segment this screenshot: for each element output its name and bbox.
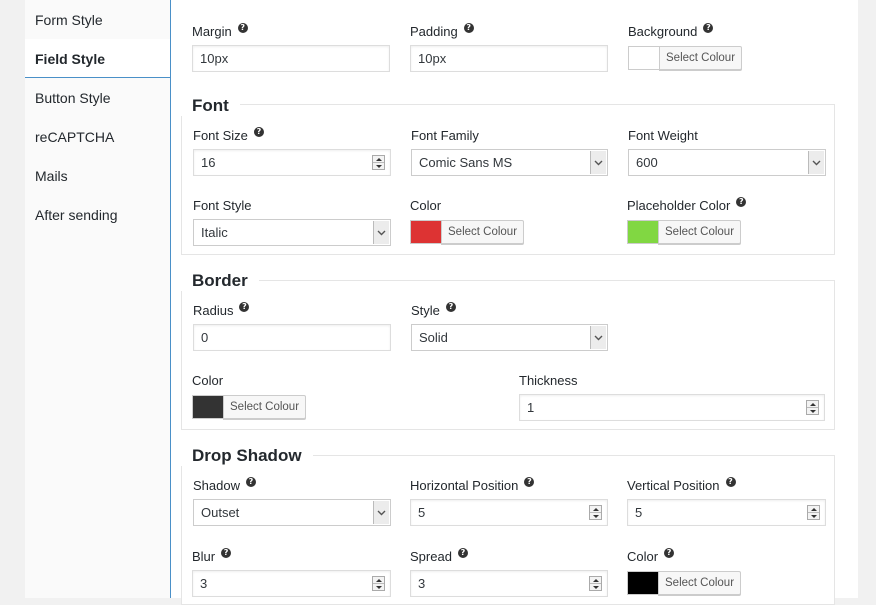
background-color-swatch[interactable] [628, 46, 659, 70]
spread-input[interactable]: 3 [410, 570, 608, 597]
shadow-color-swatch[interactable] [627, 571, 658, 595]
font-style-label: Font Style [193, 198, 252, 213]
font-size-field: Font Size? 16 [193, 127, 391, 176]
vertical-position-label: Vertical Position [627, 478, 720, 493]
help-icon[interactable]: ? [245, 477, 256, 487]
horizontal-position-label: Horizontal Position [410, 478, 519, 493]
font-size-label: Font Size [193, 128, 248, 143]
drop-shadow-section-title: Drop Shadow [181, 446, 313, 466]
shadow-color-label: Color [627, 549, 659, 564]
help-icon[interactable]: ? [457, 548, 468, 558]
vertical-position-field: Vertical Position? 5 [627, 477, 826, 526]
font-style-field: Font Style Italic [193, 198, 391, 246]
help-icon[interactable]: ? [237, 23, 248, 33]
placeholder-select-colour-button[interactable]: Select Colour [658, 220, 742, 244]
border-select-colour-button[interactable]: Select Colour [223, 395, 307, 419]
number-spinner-icon[interactable] [372, 155, 385, 170]
shadow-color-field: Color? Select Colour [627, 548, 826, 595]
placeholder-color-swatch[interactable] [627, 220, 658, 244]
shadow-label: Shadow [193, 478, 240, 493]
sidebar-item-field-style[interactable]: Field Style [25, 39, 170, 78]
margin-label: Margin [192, 24, 232, 39]
thickness-label: Thickness [519, 373, 578, 388]
sidebar-item-mails[interactable]: Mails [25, 156, 170, 195]
shadow-field: Shadow? Outset [193, 477, 391, 526]
font-weight-label: Font Weight [628, 128, 698, 143]
number-spinner-icon[interactable] [806, 400, 819, 415]
help-icon[interactable]: ? [221, 548, 232, 558]
chevron-down-icon[interactable] [590, 326, 606, 349]
help-icon[interactable]: ? [725, 477, 736, 487]
placeholder-color-field: Placeholder Color? Select Colour [627, 197, 825, 244]
horizontal-position-field: Horizontal Position? 5 [410, 477, 608, 526]
background-field: Background? Select Colour [628, 23, 826, 70]
help-icon[interactable]: ? [463, 23, 474, 33]
border-color-field: Color Select Colour [192, 373, 390, 419]
shadow-select-colour-button[interactable]: Select Colour [658, 571, 742, 595]
chevron-down-icon[interactable] [808, 151, 824, 174]
font-family-field: Font Family Comic Sans MS [411, 128, 608, 176]
sidebar-item-button-style[interactable]: Button Style [25, 78, 170, 117]
background-label: Background [628, 24, 698, 39]
padding-field: Padding? 10px [410, 23, 608, 72]
chevron-down-icon[interactable] [373, 221, 389, 244]
blur-input[interactable]: 3 [192, 570, 391, 597]
help-icon[interactable]: ? [664, 548, 675, 558]
placeholder-color-label: Placeholder Color [627, 198, 731, 213]
border-style-label: Style [411, 303, 440, 318]
margin-field: Margin? 10px [192, 23, 390, 72]
spread-label: Spread [410, 549, 452, 564]
help-icon[interactable]: ? [703, 23, 714, 33]
blur-field: Blur? 3 [192, 548, 391, 597]
font-weight-field: Font Weight 600 [628, 128, 826, 176]
font-family-select[interactable]: Comic Sans MS [411, 149, 608, 176]
font-color-label: Color [410, 198, 442, 213]
sidebar-item-after-sending[interactable]: After sending [25, 195, 170, 234]
help-icon[interactable]: ? [445, 302, 456, 312]
help-icon[interactable]: ? [736, 197, 747, 207]
border-style-field: Style? Solid [411, 302, 608, 351]
padding-input[interactable]: 10px [410, 45, 608, 72]
font-family-label: Font Family [411, 128, 479, 143]
thickness-input[interactable]: 1 [519, 394, 825, 421]
font-weight-select[interactable]: 600 [628, 149, 826, 176]
background-select-colour-button[interactable]: Select Colour [659, 46, 743, 70]
font-size-input[interactable]: 16 [193, 149, 391, 176]
spread-field: Spread? 3 [410, 548, 608, 597]
font-style-select[interactable]: Italic [193, 219, 391, 246]
font-select-colour-button[interactable]: Select Colour [441, 220, 525, 244]
padding-label: Padding [410, 24, 458, 39]
border-color-label: Color [192, 373, 224, 388]
border-color-swatch[interactable] [192, 395, 223, 419]
number-spinner-icon[interactable] [589, 576, 602, 591]
vertical-position-input[interactable]: 5 [627, 499, 826, 526]
sidebar-item-form-style[interactable]: Form Style [25, 0, 170, 39]
font-color-swatch[interactable] [410, 220, 441, 244]
chevron-down-icon[interactable] [373, 501, 389, 524]
thickness-field: Thickness 1 [519, 373, 825, 421]
chevron-down-icon[interactable] [590, 151, 606, 174]
number-spinner-icon[interactable] [807, 505, 820, 520]
radius-label: Radius [193, 303, 234, 318]
font-color-field: Color Select Colour [410, 198, 608, 244]
sidebar-item-recaptcha[interactable]: reCAPTCHA [25, 117, 170, 156]
shadow-select[interactable]: Outset [193, 499, 391, 526]
number-spinner-icon[interactable] [589, 505, 602, 520]
help-icon[interactable]: ? [524, 477, 535, 487]
radius-field: Radius? 0 [193, 302, 391, 351]
margin-input[interactable]: 10px [192, 45, 390, 72]
border-style-select[interactable]: Solid [411, 324, 608, 351]
help-icon[interactable]: ? [253, 127, 264, 137]
help-icon[interactable]: ? [239, 302, 250, 312]
horizontal-position-input[interactable]: 5 [410, 499, 608, 526]
sidebar: Form Style Field Style Button Style reCA… [25, 0, 170, 598]
number-spinner-icon[interactable] [372, 576, 385, 591]
border-section-title: Border [181, 271, 259, 291]
font-section-title: Font [181, 96, 240, 116]
radius-input[interactable]: 0 [193, 324, 391, 351]
blur-label: Blur [192, 549, 216, 564]
